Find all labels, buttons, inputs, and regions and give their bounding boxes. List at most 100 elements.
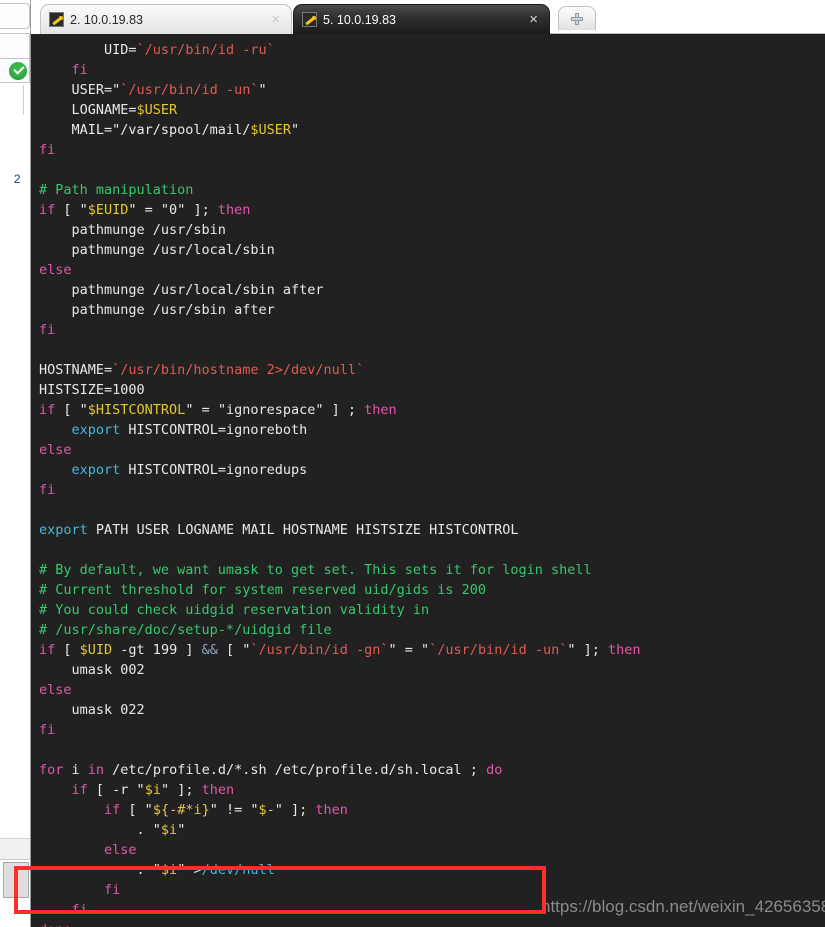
terminal-line: if [ "$EUID" = "0" ]; then — [39, 200, 825, 220]
code-token: fi — [104, 882, 121, 898]
terminal-line: pathmunge /usr/local/sbin after — [39, 280, 825, 300]
code-token: else — [39, 442, 72, 458]
code-token: $HISTCONTROL — [87, 402, 186, 418]
terminal-line: fi — [39, 60, 825, 80]
terminal-line: else — [39, 680, 825, 700]
terminal-line: . "$i" >/dev/null — [39, 860, 825, 880]
terminal-line: MAIL="/var/spool/mail/$USER" — [39, 120, 825, 140]
code-token: else — [39, 262, 72, 278]
code-token: fi — [39, 722, 56, 738]
terminal-line: else — [39, 440, 825, 460]
terminal-line: fi — [39, 140, 825, 160]
watermark-text: https://blog.csdn.net/weixin_42656358 — [541, 897, 825, 916]
code-token: LOGNAME= — [39, 102, 137, 118]
code-token: if — [39, 402, 56, 418]
code-token: -gt 199 ] — [112, 642, 202, 658]
code-token: # /usr/share/doc/setup-*/uidgid file — [39, 622, 332, 638]
terminal-line: export PATH USER LOGNAME MAIL HOSTNAME H… — [39, 520, 825, 540]
code-token: if — [104, 802, 121, 818]
sidebar-expand-row[interactable]: ❯ — [0, 838, 30, 860]
sidebar-divider — [23, 85, 24, 115]
session-sidebar[interactable]: 2 ❯ — [0, 0, 31, 927]
code-token: i — [63, 762, 88, 778]
terminal-line: fi — [39, 720, 825, 740]
terminal-text-area[interactable]: UID=`/usr/bin/id -ru` fi USER="`/usr/bin… — [39, 40, 825, 927]
code-token: " > — [177, 862, 202, 878]
code-token: pathmunge /usr/sbin after — [39, 302, 275, 318]
terminal-line: . "$i" — [39, 820, 825, 840]
terminal-line: else — [39, 260, 825, 280]
code-token: then — [607, 642, 641, 658]
code-token: export — [39, 522, 88, 538]
tab-bar: 2. 10.0.19.83 × 5. 10.0.19.83 × — [31, 0, 825, 34]
terminal-line: else — [39, 840, 825, 860]
terminal-line: # By default, we want umask to get set. … — [39, 560, 825, 580]
code-token: `/usr/bin/hostname 2>/dev/null` — [112, 362, 365, 378]
code-token: . " — [39, 862, 161, 878]
code-token: " ]; — [567, 642, 608, 658]
code-token: umask 002 — [39, 662, 145, 678]
check-circle-icon — [9, 62, 27, 80]
code-token: export — [71, 462, 121, 478]
key-icon — [49, 12, 64, 27]
code-token: " = "0" ]; — [128, 202, 218, 218]
code-token: `/usr/bin/id -un` — [120, 82, 259, 98]
close-icon[interactable]: × — [526, 12, 541, 27]
code-token: else — [39, 682, 72, 698]
code-token: pathmunge /usr/local/sbin — [39, 242, 275, 258]
code-token: " — [290, 122, 300, 138]
tab-session-2[interactable]: 2. 10.0.19.83 × — [40, 4, 292, 34]
code-token: MAIL="/var/spool/mail/ — [39, 122, 251, 138]
terminal-line: HOSTNAME=`/usr/bin/hostname 2>/dev/null` — [39, 360, 825, 380]
terminal-line: if [ -r "$i" ]; then — [39, 780, 825, 800]
tab-label: 5. 10.0.19.83 — [323, 12, 396, 27]
terminal-line: # /usr/share/doc/setup-*/uidgid file — [39, 620, 825, 640]
code-token: /dev/null — [201, 862, 275, 878]
code-token: then — [217, 202, 251, 218]
code-token: && — [201, 642, 218, 658]
terminal-line: if [ $UID -gt 199 ] && [ "`/usr/bin/id -… — [39, 640, 825, 660]
terminal-line: fi — [39, 480, 825, 500]
sidebar-box-top[interactable] — [0, 3, 30, 29]
terminal-line: if [ "${-#*i}" != "$-" ]; then — [39, 800, 825, 820]
terminal-line: USER="`/usr/bin/id -un`" — [39, 80, 825, 100]
add-tab-button[interactable] — [558, 6, 596, 30]
code-token: $i — [160, 862, 178, 878]
terminal-line: HISTSIZE=1000 — [39, 380, 825, 400]
terminal-line: fi — [39, 320, 825, 340]
terminal-line: # You could check uidgid reservation val… — [39, 600, 825, 620]
terminal-line: umask 002 — [39, 660, 825, 680]
code-token: fi — [39, 322, 56, 338]
terminal-body[interactable]: UID=`/usr/bin/id -ru` fi USER="`/usr/bin… — [31, 34, 825, 927]
terminal-line: pathmunge /usr/sbin after — [39, 300, 825, 320]
code-token: # Current threshold for system reserved … — [39, 582, 487, 598]
code-token: pathmunge /usr/local/sbin after — [39, 282, 324, 298]
code-token: " — [258, 82, 267, 98]
code-token: [ " — [120, 802, 153, 818]
code-token: fi — [71, 902, 88, 918]
code-token: done — [39, 922, 72, 927]
code-token: fi — [39, 482, 56, 498]
close-icon[interactable]: × — [268, 12, 283, 27]
code-token: ${-#*i} — [152, 802, 210, 818]
terminal-line: pathmunge /usr/local/sbin — [39, 240, 825, 260]
tab-session-5[interactable]: 5. 10.0.19.83 × — [293, 4, 550, 34]
terminal-line: UID=`/usr/bin/id -ru` — [39, 40, 825, 60]
code-token: umask 022 — [39, 702, 145, 718]
code-token: # You could check uidgid reservation val… — [39, 602, 430, 618]
terminal-line: done — [39, 920, 825, 927]
terminal-line: umask 022 — [39, 700, 825, 720]
sidebar-session-number: 2 — [13, 172, 21, 186]
code-token: " = "ignorespace" ] ; — [185, 402, 365, 418]
code-token: HISTSIZE=1000 — [39, 382, 145, 398]
terminal-line: # Path manipulation — [39, 180, 825, 200]
sidebar-bottom-button[interactable] — [3, 862, 29, 898]
code-token: else — [104, 842, 137, 858]
code-token: $i — [144, 782, 161, 798]
sidebar-box-second[interactable] — [0, 33, 30, 59]
code-token: $UID — [79, 642, 113, 658]
